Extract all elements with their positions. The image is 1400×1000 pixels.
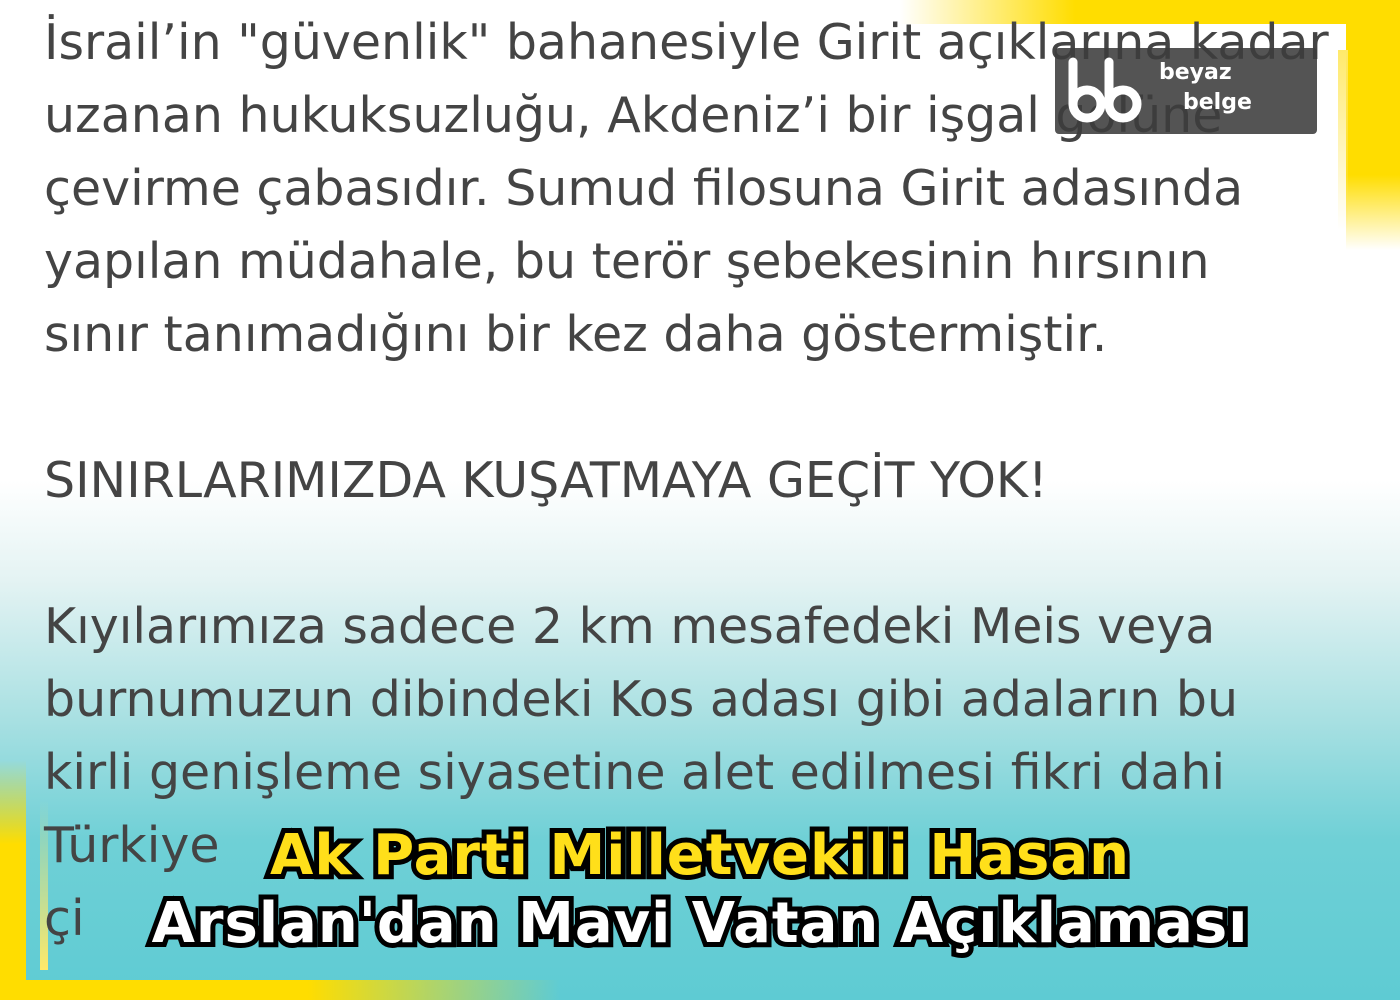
headline-line-1: Ak Parti Milletvekili Hasan: [265, 818, 1134, 893]
post-heading: SINIRLARIMIZDA KUŞATMAYA GEÇİT YOK!: [44, 452, 1048, 509]
post-line: yapılan müdahale, bu terör şebekesinin h…: [44, 233, 1210, 290]
logo-word-belge: belge: [1183, 90, 1252, 115]
bb-logo-icon: [1068, 57, 1142, 123]
post-line: burnumuzun dibindeki Kos adası gibi adal…: [44, 671, 1239, 728]
post-line: kirli genişleme siyasetine alet edilmesi…: [44, 744, 1226, 801]
post-heading-block: SINIRLARIMIZDA KUŞATMAYA GEÇİT YOK!: [44, 444, 1344, 517]
headline-line-2: Arslan'dan Mavi Vatan Açıklaması: [147, 886, 1253, 961]
yellow-frame-bottom: [0, 980, 560, 1000]
post-line: Kıyılarımıza sadece 2 km mesafedeki Meis…: [44, 598, 1216, 655]
post-line: sınır tanımadığını bir kez daha göstermi…: [44, 306, 1108, 363]
headline-caption: Ak Parti Milletvekili Hasan Arslan'dan M…: [0, 818, 1400, 961]
beyaz-belge-logo: beyaz belge: [1055, 48, 1317, 134]
post-text: İsrail’in "güvenlik" bahanesiyle Girit a…: [44, 6, 1344, 955]
yellow-frame-right: [1346, 0, 1400, 250]
post-line: çevirme çabasıdır. Sumud filosuna Girit …: [44, 160, 1244, 217]
logo-word-beyaz: beyaz: [1159, 60, 1232, 85]
